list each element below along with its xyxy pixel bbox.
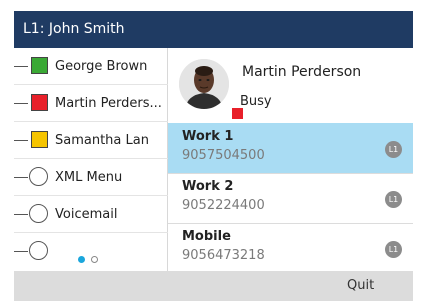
- phone-number: 9056473218: [182, 248, 265, 263]
- line-key-martin-perderson[interactable]: Martin Perders...: [14, 85, 168, 122]
- person-photo-icon: [179, 59, 229, 109]
- page-indicator: [78, 248, 104, 267]
- number-entry-work2[interactable]: Work 2 9052224400 L1: [168, 173, 413, 223]
- phone-number: 9057504500: [182, 148, 265, 163]
- line-key-empty[interactable]: [14, 233, 168, 270]
- line-key-george-brown[interactable]: George Brown: [14, 48, 168, 85]
- phone-number: 9052224400: [182, 198, 265, 213]
- key-connector: [14, 251, 28, 252]
- line-badge-icon: L1: [385, 141, 402, 158]
- line-key-label: Samantha Lan: [55, 133, 149, 148]
- line-key-label: Voicemail: [55, 207, 118, 222]
- key-connector: [14, 177, 28, 178]
- line-key-label: XML Menu: [55, 170, 123, 185]
- contact-header: Martin Perderson Busy: [168, 48, 413, 123]
- number-entry-mobile[interactable]: Mobile 9056473218 L1: [168, 223, 413, 271]
- number-entry-work1[interactable]: Work 1 9057504500 L1: [168, 123, 413, 173]
- contact-name: Martin Perderson: [242, 64, 362, 80]
- number-type: Mobile: [182, 229, 231, 244]
- key-connector: [14, 140, 28, 141]
- presence-busy-icon: [31, 94, 48, 111]
- line-key-label: Martin Perders...: [55, 96, 162, 111]
- line-key-voicemail[interactable]: Voicemail: [14, 196, 168, 233]
- number-type: Work 2: [182, 179, 234, 194]
- line-title: L1: John Smith: [23, 21, 125, 37]
- softkey-bar: Quit: [14, 271, 413, 301]
- line-badge-icon: L1: [385, 191, 402, 208]
- key-connector: [14, 103, 28, 104]
- title-bar: L1: John Smith: [14, 11, 413, 48]
- contact-panel: Martin Perderson Busy Work 1 9057504500 …: [168, 48, 413, 271]
- contact-status: Busy: [240, 94, 272, 109]
- line-key-panel: George Brown Martin Perders... Samantha …: [14, 48, 168, 271]
- key-connector: [14, 66, 28, 67]
- presence-available-icon: [31, 57, 48, 74]
- quit-softkey[interactable]: Quit: [347, 271, 374, 301]
- empty-circle-icon: [29, 167, 48, 186]
- line-key-xml-menu[interactable]: XML Menu: [14, 159, 168, 196]
- avatar: [179, 59, 244, 120]
- key-connector: [14, 214, 28, 215]
- line-key-label: George Brown: [55, 59, 148, 74]
- page-dot-active: [78, 256, 85, 263]
- presence-away-icon: [31, 131, 48, 148]
- line-badge-icon: L1: [385, 241, 402, 258]
- line-key-samantha-lan[interactable]: Samantha Lan: [14, 122, 168, 159]
- phone-screen: L1: John Smith George Brown Martin Perde…: [14, 11, 413, 301]
- empty-circle-icon: [29, 204, 48, 223]
- page-dot-inactive: [91, 256, 98, 263]
- empty-circle-icon: [29, 241, 48, 260]
- number-type: Work 1: [182, 129, 234, 144]
